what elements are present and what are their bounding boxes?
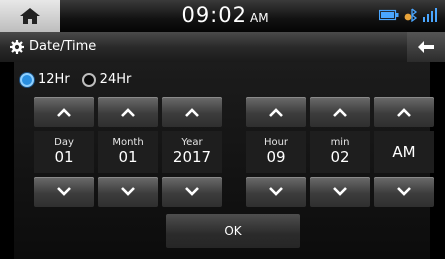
hour-up-button[interactable]	[246, 97, 306, 127]
hour-value: 09	[266, 148, 286, 166]
page-title: Date/Time	[29, 39, 97, 54]
minute-field: min 02	[310, 131, 370, 173]
gear-icon	[10, 39, 24, 54]
back-button[interactable]	[407, 32, 445, 62]
time-format-options: 12Hr 24Hr	[20, 72, 131, 87]
day-up-button[interactable]	[34, 97, 94, 127]
day-label: Day	[54, 137, 74, 148]
clock-time: 09:02	[181, 3, 247, 27]
radio-12hr[interactable]: 12Hr	[20, 72, 70, 87]
month-label: Month	[112, 137, 144, 148]
chevron-up-icon	[57, 108, 71, 117]
month-value: 01	[118, 148, 138, 166]
radio-unselected-icon	[81, 72, 96, 87]
year-field: Year 2017	[162, 131, 222, 173]
date-time-panel: 12Hr 24Hr Day 01 Month 01 Year 2017 Hour…	[14, 62, 434, 259]
radio-24hr[interactable]: 24Hr	[81, 72, 132, 87]
year-label: Year	[181, 137, 203, 148]
status-clock: 09:02 AM	[160, 3, 290, 27]
chevron-down-icon	[397, 187, 411, 196]
period-up-button[interactable]	[374, 97, 434, 127]
head-unit-screen: 09:02 AM Date/Time 12Hr 24Hr Day 01 Mont…	[0, 0, 445, 259]
chevron-up-icon	[121, 108, 135, 117]
month-up-button[interactable]	[98, 97, 158, 127]
period-value: AM	[392, 142, 416, 161]
chevron-down-icon	[269, 187, 283, 196]
chevron-up-icon	[333, 108, 347, 117]
chevron-up-icon	[269, 108, 283, 117]
year-down-button[interactable]	[162, 177, 222, 207]
minute-up-button[interactable]	[310, 97, 370, 127]
signal-icon	[423, 8, 437, 22]
home-button[interactable]	[0, 0, 60, 32]
hour-label: Hour	[263, 137, 289, 148]
radio-24hr-label: 24Hr	[99, 72, 132, 87]
ok-button-label: OK	[224, 224, 242, 238]
hour-down-button[interactable]	[246, 177, 306, 207]
chevron-down-icon	[121, 187, 135, 196]
minute-down-button[interactable]	[310, 177, 370, 207]
title-bar: Date/Time	[0, 32, 445, 62]
title-wrap: Date/Time	[10, 39, 96, 54]
chevron-up-icon	[397, 108, 411, 117]
hour-field: Hour 09	[246, 131, 306, 173]
minute-value: 02	[330, 148, 350, 166]
back-arrow-icon	[418, 41, 434, 53]
radio-12hr-label: 12Hr	[38, 72, 70, 87]
home-icon	[20, 8, 40, 24]
day-value: 01	[54, 148, 74, 166]
period-field: AM	[374, 131, 434, 173]
minute-label: min	[330, 137, 350, 148]
status-icons	[379, 8, 437, 22]
chevron-down-icon	[333, 187, 347, 196]
status-bar: 09:02 AM	[0, 0, 445, 32]
month-down-button[interactable]	[98, 177, 158, 207]
day-down-button[interactable]	[34, 177, 94, 207]
month-field: Month 01	[98, 131, 158, 173]
chevron-up-icon	[185, 108, 199, 117]
period-down-button[interactable]	[374, 177, 434, 207]
year-value: 2017	[172, 148, 212, 166]
chevron-down-icon	[185, 187, 199, 196]
battery-icon	[379, 9, 399, 21]
day-field: Day 01	[34, 131, 94, 173]
ok-button[interactable]: OK	[166, 214, 300, 248]
bluetooth-icon	[404, 8, 418, 22]
radio-selected-icon	[20, 72, 34, 87]
clock-ampm: AM	[249, 11, 269, 25]
year-up-button[interactable]	[162, 97, 222, 127]
chevron-down-icon	[57, 187, 71, 196]
